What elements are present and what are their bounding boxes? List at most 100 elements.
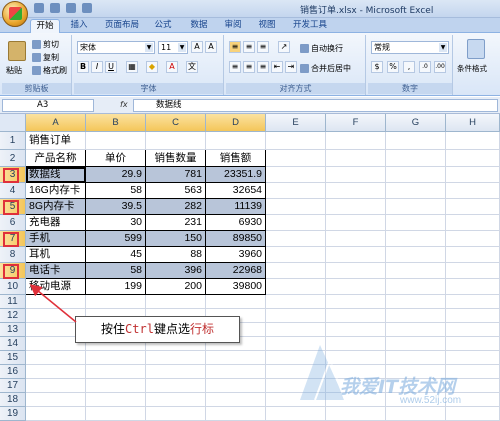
cell-h6[interactable] — [446, 215, 500, 231]
number-format-select[interactable]: 常规 ▼ — [371, 41, 449, 54]
cell-f19[interactable] — [326, 407, 386, 421]
currency-button[interactable]: $ — [371, 61, 383, 73]
cell-d5[interactable]: 11139 — [206, 199, 266, 215]
cell-b16[interactable] — [86, 365, 146, 379]
cell-h5[interactable] — [446, 199, 500, 215]
cell-c3[interactable]: 781 — [146, 167, 206, 183]
cell-d9[interactable]: 22968 — [206, 263, 266, 279]
customize-icon[interactable] — [82, 3, 92, 13]
conditional-format-icon[interactable] — [467, 39, 485, 59]
cell-e8[interactable] — [266, 247, 326, 263]
align-bottom-button[interactable]: ≡ — [257, 41, 269, 53]
row-header-1[interactable]: 1 — [0, 132, 26, 150]
tab-review[interactable]: 审阅 — [220, 19, 246, 33]
cell-c11[interactable] — [146, 295, 206, 309]
cell-e11[interactable] — [266, 295, 326, 309]
fill-color-button[interactable]: ◆ — [146, 61, 158, 73]
tab-view[interactable]: 视图 — [254, 19, 280, 33]
merge-center-button[interactable]: 合并后居中 — [300, 63, 351, 74]
cell-b6[interactable]: 30 — [86, 215, 146, 231]
cell-c6[interactable]: 231 — [146, 215, 206, 231]
cell-g3[interactable] — [386, 167, 446, 183]
font-color-button[interactable]: A — [166, 61, 178, 73]
align-right-button[interactable]: ≡ — [257, 61, 269, 73]
cell-d16[interactable] — [206, 365, 266, 379]
cell-d8[interactable]: 3960 — [206, 247, 266, 263]
cell-h9[interactable] — [446, 263, 500, 279]
cell-c2[interactable]: 销售数量 — [146, 150, 206, 167]
cell-h7[interactable] — [446, 231, 500, 247]
copy-button[interactable]: 复制 — [32, 52, 59, 63]
orientation-button[interactable]: ↗ — [278, 41, 290, 53]
cell-a6[interactable]: 充电器 — [26, 215, 86, 231]
cell-g7[interactable] — [386, 231, 446, 247]
tab-home[interactable]: 开始 — [30, 19, 60, 33]
cell-b7[interactable]: 599 — [86, 231, 146, 247]
office-button[interactable] — [2, 1, 28, 27]
row-header-15[interactable]: 15 — [0, 351, 26, 365]
row-header-4[interactable]: 4 — [0, 183, 26, 199]
cell-b11[interactable] — [86, 295, 146, 309]
cell-a15[interactable] — [26, 351, 86, 365]
cell-e5[interactable] — [266, 199, 326, 215]
cell-e15[interactable] — [266, 351, 326, 365]
cell-c17[interactable] — [146, 379, 206, 393]
cell-d17[interactable] — [206, 379, 266, 393]
cell-a10[interactable]: 移动电源 — [26, 279, 86, 295]
cell-h2[interactable] — [446, 150, 500, 167]
comma-button[interactable]: , — [403, 61, 415, 73]
wrap-text-button[interactable]: 自动换行 — [300, 43, 343, 54]
cell-g4[interactable] — [386, 183, 446, 199]
cell-h8[interactable] — [446, 247, 500, 263]
cell-b2[interactable]: 单价 — [86, 150, 146, 167]
cell-f8[interactable] — [326, 247, 386, 263]
cell-g8[interactable] — [386, 247, 446, 263]
cell-f4[interactable] — [326, 183, 386, 199]
tab-developer[interactable]: 开发工具 — [288, 19, 332, 33]
fx-icon[interactable]: fx — [120, 100, 128, 109]
cell-f3[interactable] — [326, 167, 386, 183]
undo-icon[interactable] — [50, 3, 60, 13]
cell-e7[interactable] — [266, 231, 326, 247]
cell-e1[interactable] — [266, 132, 326, 150]
cell-a17[interactable] — [26, 379, 86, 393]
cell-e6[interactable] — [266, 215, 326, 231]
select-all-corner[interactable] — [0, 114, 26, 132]
cell-f9[interactable] — [326, 263, 386, 279]
increase-decimal-button[interactable]: .0 — [419, 61, 431, 73]
cell-a19[interactable] — [26, 407, 86, 421]
cell-c1[interactable] — [146, 132, 206, 150]
cell-f10[interactable] — [326, 279, 386, 295]
tab-formulas[interactable]: 公式 — [150, 19, 176, 33]
cell-g6[interactable] — [386, 215, 446, 231]
tab-data[interactable]: 数据 — [186, 19, 212, 33]
row-header-14[interactable]: 14 — [0, 337, 26, 351]
decrease-indent-button[interactable]: ⇤ — [271, 61, 283, 73]
align-left-button[interactable]: ≡ — [229, 61, 241, 73]
row-header-12[interactable]: 12 — [0, 309, 26, 323]
row-header-2[interactable]: 2 — [0, 150, 26, 167]
align-center-button[interactable]: ≡ — [243, 61, 255, 73]
font-size-select[interactable]: 11 ▼ — [158, 41, 188, 54]
row-header-11[interactable]: 11 — [0, 295, 26, 309]
cell-b1[interactable] — [86, 132, 146, 150]
decrease-decimal-button[interactable]: .00 — [434, 61, 446, 73]
conditional-format-button[interactable]: 条件格式 — [457, 63, 487, 74]
cell-f2[interactable] — [326, 150, 386, 167]
cell-f1[interactable] — [326, 132, 386, 150]
cell-b15[interactable] — [86, 351, 146, 365]
column-header-h[interactable]: H — [446, 114, 500, 132]
row-header-16[interactable]: 16 — [0, 365, 26, 379]
cell-e18[interactable] — [266, 393, 326, 407]
cell-a8[interactable]: 耳机 — [26, 247, 86, 263]
cell-e16[interactable] — [266, 365, 326, 379]
column-header-c[interactable]: C — [146, 114, 206, 132]
cell-g11[interactable] — [386, 295, 446, 309]
column-header-b[interactable]: B — [86, 114, 146, 132]
cell-a4[interactable]: 16G内存卡 — [26, 183, 86, 199]
cell-b17[interactable] — [86, 379, 146, 393]
grow-font-button[interactable]: A — [191, 41, 203, 53]
cell-f7[interactable] — [326, 231, 386, 247]
cell-e19[interactable] — [266, 407, 326, 421]
cell-b5[interactable]: 39.5 — [86, 199, 146, 215]
